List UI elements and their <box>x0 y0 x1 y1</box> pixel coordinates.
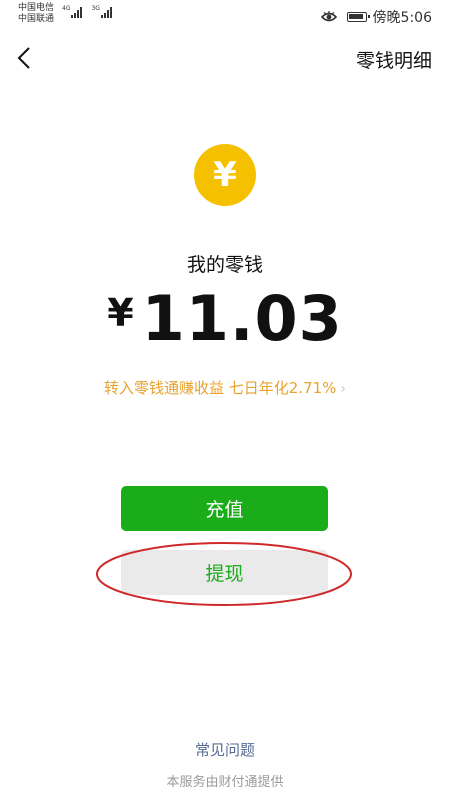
signal-icon <box>71 6 83 18</box>
yield-promo-link[interactable]: 转入零钱通赚收益 七日年化2.71% › <box>0 377 450 398</box>
network-type-2: 3G <box>91 5 100 12</box>
eye-icon <box>320 11 337 22</box>
nav-bar: 零钱明细 <box>0 30 450 86</box>
recharge-button[interactable]: 充值 <box>121 486 328 531</box>
status-bar: 中国电信 中国联通 4G 3G 傍晚5:06 <box>0 0 450 30</box>
faq-link[interactable]: 常见问题 <box>0 739 450 760</box>
carrier-names: 中国电信 中国联通 <box>18 3 54 25</box>
back-button[interactable] <box>8 42 40 74</box>
chevron-left-icon <box>17 47 30 69</box>
status-time: 傍晚5:06 <box>372 10 432 26</box>
status-right: 傍晚5:06 <box>320 7 432 27</box>
chevron-right-icon: › <box>340 381 347 397</box>
amount-value: 11.03 <box>141 282 343 355</box>
provider-text: 本服务由财付通提供 <box>166 775 284 790</box>
yuan-coin-icon: ¥ <box>194 144 256 206</box>
carrier-2: 中国联通 <box>18 14 55 24</box>
battery-icon <box>346 12 370 22</box>
yield-promo-text: 转入零钱通赚收益 七日年化2.71% <box>103 379 337 397</box>
network-type-1: 4G <box>62 5 71 12</box>
withdraw-button[interactable]: 提现 <box>121 550 328 595</box>
signal-icon <box>100 6 113 18</box>
carrier-1: 中国电信 <box>18 3 55 13</box>
balance-details-button[interactable]: 零钱明细 <box>356 46 432 73</box>
balance-label: 我的零钱 <box>186 254 263 276</box>
currency-symbol: ¥ <box>107 291 134 335</box>
signal-indicators: 4G 3G <box>62 6 121 18</box>
balance-amount: ¥11.03 <box>0 282 450 355</box>
